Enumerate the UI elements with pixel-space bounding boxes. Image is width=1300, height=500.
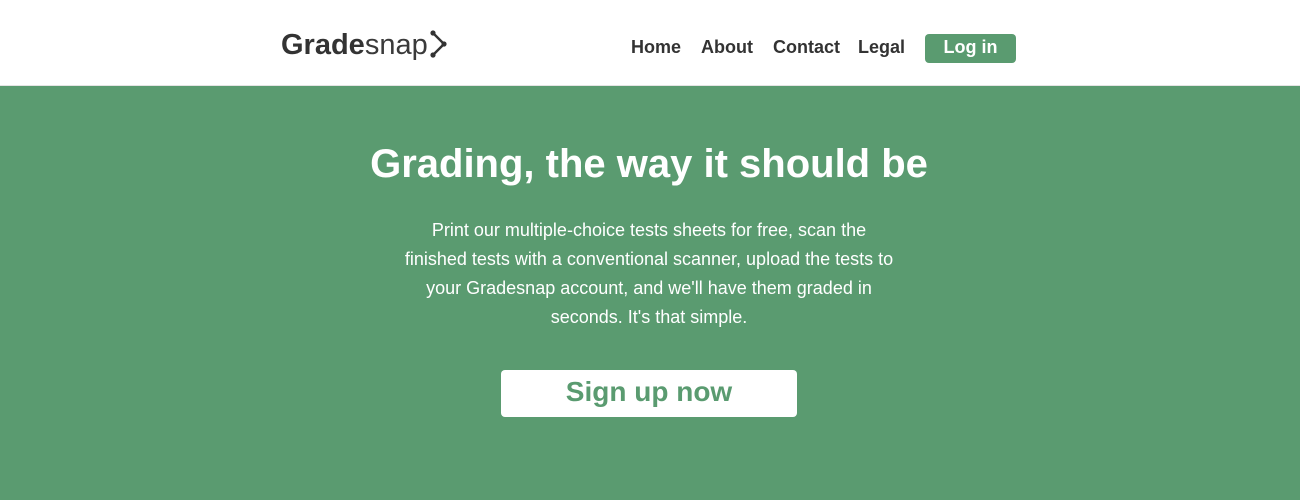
logo-text-bold: Grade [281, 29, 365, 61]
gradesnap-logo[interactable]: Grade snap [281, 28, 448, 62]
login-button[interactable]: Log in [925, 34, 1016, 63]
nav-link-about[interactable]: About [701, 34, 753, 60]
hero-title: Grading, the way it should be [370, 142, 928, 186]
nav-link-home[interactable]: Home [631, 34, 681, 60]
signup-button[interactable]: Sign up now [501, 370, 797, 417]
nav-link-legal[interactable]: Legal [858, 34, 905, 60]
logo-text-light: snap [364, 29, 428, 61]
nav-link-contact[interactable]: Contact [773, 34, 840, 60]
site-header: Grade snap Home About Contact Legal Log i… [0, 0, 1300, 86]
share-nodes-icon [430, 29, 448, 63]
hero-description: Print our multiple-choice tests sheets f… [404, 220, 894, 327]
hero-section: Grading, the way it should be Print our … [0, 86, 1300, 500]
